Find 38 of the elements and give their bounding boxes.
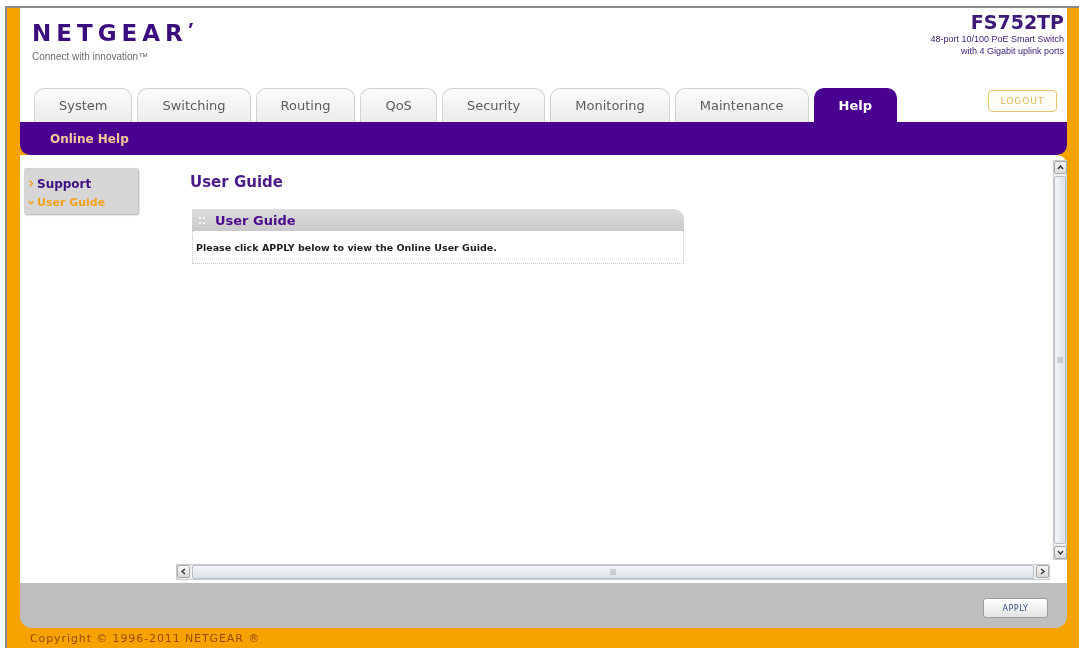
logo-text: NETGEAR [32,21,188,45]
apply-button[interactable]: APPLY [983,598,1048,618]
tab[interactable]: Maintenance [674,88,809,122]
chevron-right-icon [1039,568,1046,575]
chevron-down-icon [1057,549,1064,556]
chevron-down-icon [28,199,34,206]
page-title: User Guide [190,172,283,192]
copyright-text: Copyright © 1996-2011 NETGEAR ® [30,631,261,645]
scrollbar-thumb[interactable] [1054,176,1066,544]
grip-icon [610,569,616,575]
logo-accent-icon [188,23,193,28]
model-name: FS752TP [970,11,1064,33]
grip-icon [1057,357,1063,363]
model-description: 48-port 10/100 PoE Smart Switch [930,33,1064,45]
tab[interactable]: Routing [255,88,356,122]
sidebar-item[interactable]: Support [28,174,134,193]
scroll-up-button[interactable] [1054,161,1067,174]
tab[interactable]: System [34,88,133,122]
chevron-up-icon [1057,164,1064,171]
vertical-scrollbar[interactable] [1053,160,1067,560]
tab[interactable]: Monitoring [550,88,670,122]
scroll-down-button[interactable] [1054,546,1067,559]
scrollbar-thumb[interactable] [192,565,1034,579]
tab[interactable]: Help [813,88,897,122]
tab[interactable]: QoS [360,88,437,122]
tagline: Connect with innovation™ [32,51,150,62]
panel-title: User Guide [215,212,296,228]
grip-icon [199,215,205,225]
subnav-tab[interactable]: Online Help [50,131,129,146]
tab[interactable]: Security [441,88,546,122]
tab[interactable]: Switching [137,88,251,122]
horizontal-scrollbar[interactable] [176,564,1050,580]
scroll-right-button[interactable] [1036,565,1049,578]
chevron-left-icon [180,568,187,575]
scroll-left-button[interactable] [177,565,190,578]
panel-message: Please click APPLY below to view the Online User Guide. [196,241,497,253]
chevron-right-icon [28,180,34,187]
model-description: with 4 Gigabit uplink ports [960,45,1064,57]
